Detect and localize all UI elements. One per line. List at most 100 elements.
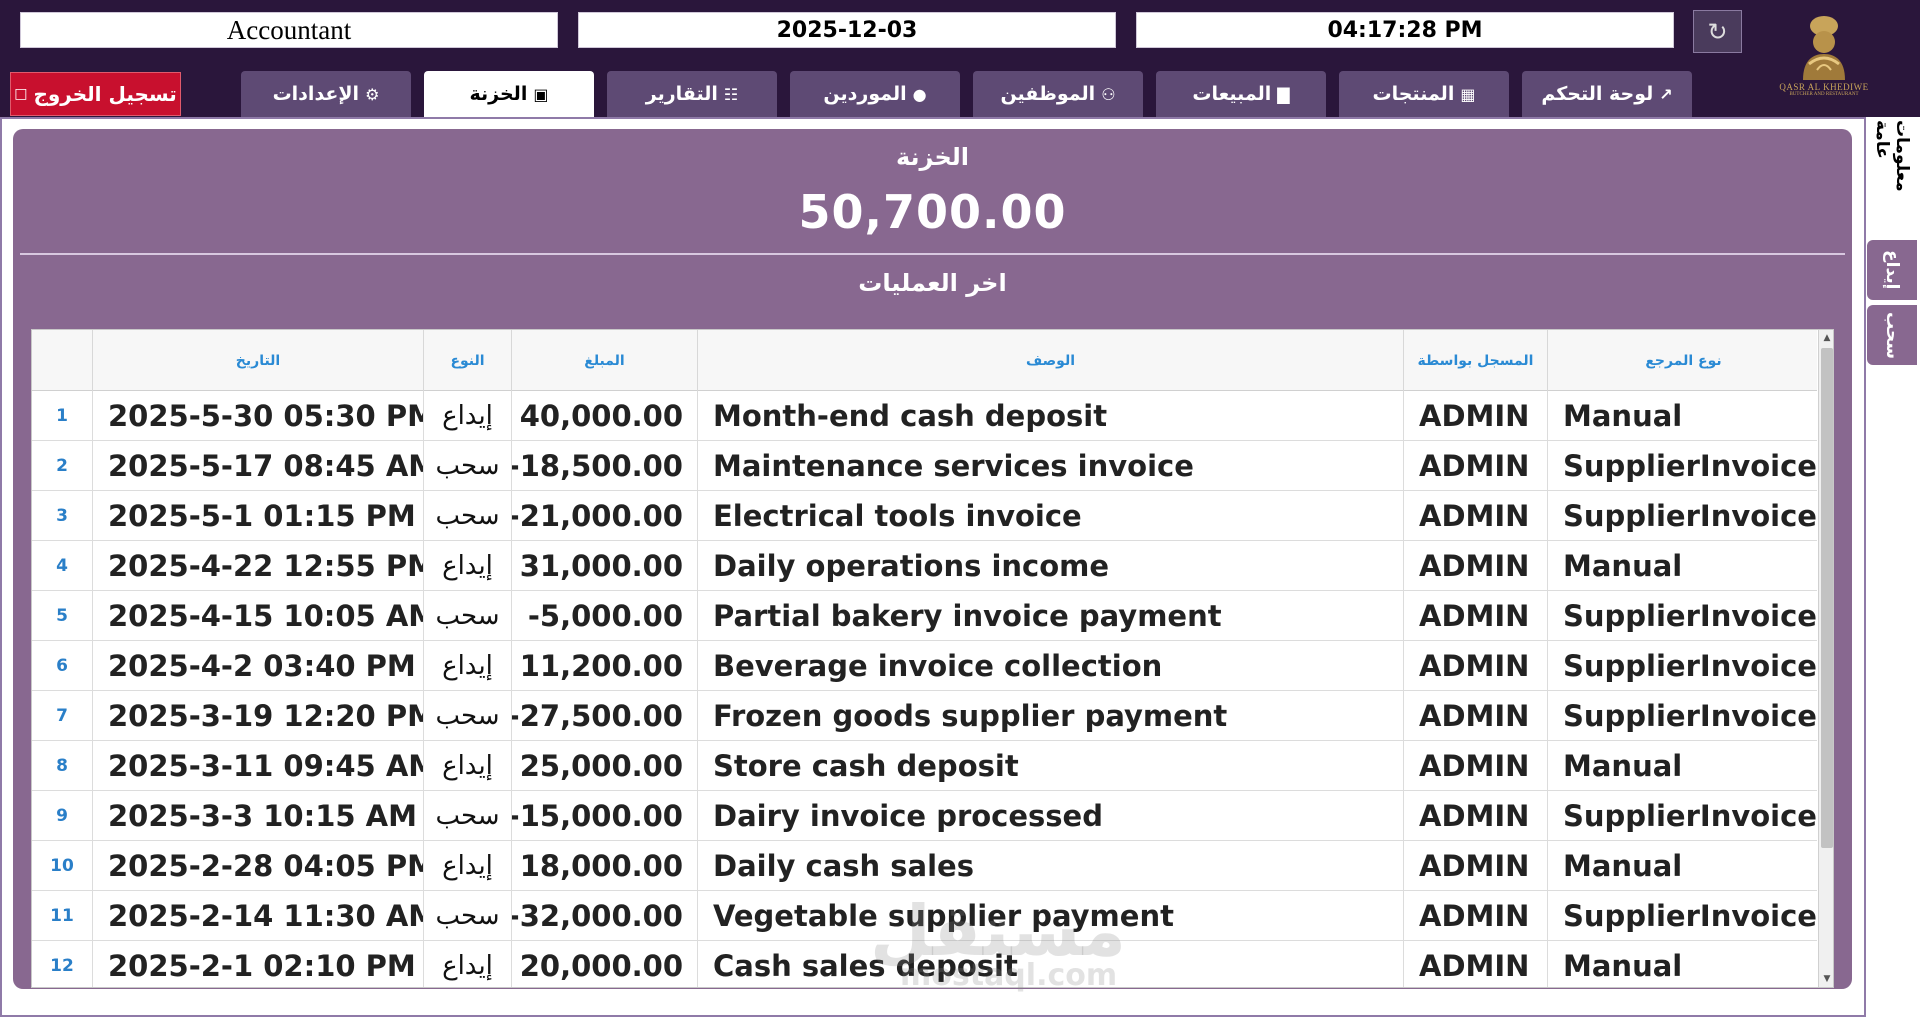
logo-subtext: BUTCHER AND RESTAURANT <box>1789 92 1859 97</box>
scroll-thumb[interactable] <box>1821 348 1833 848</box>
row-number: 12 <box>32 941 93 987</box>
tab-label: لوحة التحكم <box>1541 83 1654 105</box>
column-header-reference-type[interactable]: نوع المرجع <box>1548 330 1820 391</box>
table-row[interactable]: 1 2025-5-30 05:30 PM إيداع 40,000.00 Month-e… <box>32 391 1820 441</box>
cell-type: إيداع <box>424 741 512 791</box>
row-number: 8 <box>32 741 93 791</box>
cell-date: 2025-3-19 12:20 PM <box>93 691 424 741</box>
column-header-date[interactable]: التاريخ <box>93 330 424 391</box>
cell-recorded-by: ADMIN <box>1404 891 1548 941</box>
cell-date: 2025-2-14 11:30 AM <box>93 891 424 941</box>
column-header-recorded-by[interactable]: المسجل بواسطة <box>1404 330 1548 391</box>
tab-employees[interactable]: الموظفين ⚇ <box>973 71 1143 117</box>
side-tab-general-info[interactable]: معلومات عامة <box>1867 120 1917 220</box>
tab-dashboard[interactable]: لوحة التحكم ↗ <box>1522 71 1692 117</box>
vertical-scrollbar[interactable]: ▲ ▼ <box>1818 330 1833 987</box>
tab-treasury[interactable]: الخزنة ▣ <box>424 71 594 117</box>
logout-label: تسجيل الخروج <box>33 82 177 106</box>
cell-type: سحب <box>424 441 512 491</box>
tab-label: الموظفين <box>1000 83 1096 105</box>
cell-reference-type: Manual <box>1548 841 1820 891</box>
cell-description: Store cash deposit <box>698 741 1404 791</box>
cell-reference-type: SupplierInvoice <box>1548 591 1820 641</box>
side-tab-withdraw[interactable]: سحب <box>1867 305 1917 365</box>
treasury-balance: 50,700.00 <box>798 185 1067 239</box>
refresh-button[interactable]: ↻ <box>1693 10 1742 53</box>
table-row[interactable]: 3 2025-5-1 01:15 PM سحب -21,000.00 Electrica… <box>32 491 1820 541</box>
table-row[interactable]: 5 2025-4-15 10:05 AM سحب -5,000.00 Partial b… <box>32 591 1820 641</box>
cell-date: 2025-2-1 02:10 PM <box>93 941 424 987</box>
cell-description: Electrical tools invoice <box>698 491 1404 541</box>
table-row[interactable]: 4 2025-4-22 12:55 PM إيداع 31,000.00 Daily o… <box>32 541 1820 591</box>
tab-products[interactable]: المنتجات ▦ <box>1339 71 1509 117</box>
cell-amount: -18,500.00 <box>512 441 698 491</box>
cell-date: 2025-2-28 04:05 PM <box>93 841 424 891</box>
scroll-up-arrow-icon[interactable]: ▲ <box>1819 330 1833 346</box>
side-tab-label: معلومات عامة <box>1872 120 1912 192</box>
table-row[interactable]: 8 2025-3-11 09:45 AM إيداع 25,000.00 Store c… <box>32 741 1820 791</box>
tab-label: الخزنة <box>469 83 528 105</box>
cell-date: 2025-5-30 05:30 PM <box>93 391 424 441</box>
row-number: 10 <box>32 841 93 891</box>
recent-transactions-title: اخر العمليات <box>858 269 1007 297</box>
cell-type: سحب <box>424 591 512 641</box>
treasury-title: الخزنة <box>895 143 970 171</box>
cell-reference-type: Manual <box>1548 541 1820 591</box>
cell-type: سحب <box>424 691 512 741</box>
cell-type: إيداع <box>424 391 512 441</box>
cell-date: 2025-5-1 01:15 PM <box>93 491 424 541</box>
employees-icon: ⚇ <box>1101 84 1116 104</box>
scroll-down-arrow-icon[interactable]: ▼ <box>1819 971 1833 987</box>
cell-date: 2025-4-22 12:55 PM <box>93 541 424 591</box>
side-tab-label: سحب <box>1882 311 1902 359</box>
tab-suppliers[interactable]: الموردين ● <box>790 71 960 117</box>
tab-label: المبيعات <box>1192 83 1272 105</box>
user-role-display: Accountant <box>20 12 558 48</box>
table-row[interactable]: 6 2025-4-2 03:40 PM إيداع 11,200.00 Beverage… <box>32 641 1820 691</box>
table-row[interactable]: 7 2025-3-19 12:20 PM سحب -27,500.00 Frozen g… <box>32 691 1820 741</box>
side-tab-deposit[interactable]: إيداع <box>1867 240 1917 300</box>
table-row[interactable]: 2 2025-5-17 08:45 AM سحب -18,500.00 Maintena… <box>32 441 1820 491</box>
column-header-amount[interactable]: المبلغ <box>512 330 698 391</box>
products-icon: ▦ <box>1460 84 1476 104</box>
row-number: 11 <box>32 891 93 941</box>
tab-label: الموردين <box>823 83 907 105</box>
cell-amount: -32,000.00 <box>512 891 698 941</box>
row-number: 6 <box>32 641 93 691</box>
cell-reference-type: Manual <box>1548 741 1820 791</box>
cell-recorded-by: ADMIN <box>1404 741 1548 791</box>
row-number: 4 <box>32 541 93 591</box>
cell-amount: 20,000.00 <box>512 941 698 987</box>
cell-amount: 25,000.00 <box>512 741 698 791</box>
row-number: 5 <box>32 591 93 641</box>
row-number: 2 <box>32 441 93 491</box>
cell-amount: 18,000.00 <box>512 841 698 891</box>
tab-label: الإعدادات <box>272 83 360 105</box>
current-date-display: 2025-12-03 <box>578 12 1116 48</box>
tab-settings[interactable]: الإعدادات ⚙ <box>241 71 411 117</box>
cell-amount: 31,000.00 <box>512 541 698 591</box>
logout-button[interactable]: □ تسجيل الخروج <box>10 72 181 116</box>
cell-type: إيداع <box>424 541 512 591</box>
row-number: 7 <box>32 691 93 741</box>
cell-amount: 11,200.00 <box>512 641 698 691</box>
refresh-icon: ↻ <box>1707 17 1728 46</box>
cell-date: 2025-3-11 09:45 AM <box>93 741 424 791</box>
cell-date: 2025-5-17 08:45 AM <box>93 441 424 491</box>
cell-description: Daily cash sales <box>698 841 1404 891</box>
column-header-description[interactable]: الوصف <box>698 330 1404 391</box>
cell-date: 2025-3-3 10:15 AM <box>93 791 424 841</box>
tab-sales[interactable]: المبيعات ▇ <box>1156 71 1326 117</box>
cell-recorded-by: ADMIN <box>1404 391 1548 441</box>
cell-reference-type: SupplierInvoice <box>1548 491 1820 541</box>
table-row[interactable]: 10 2025-2-28 04:05 PM إيداع 18,000.00 Daily … <box>32 841 1820 891</box>
cell-reference-type: Manual <box>1548 941 1820 987</box>
cell-description: Frozen goods supplier payment <box>698 691 1404 741</box>
table-row[interactable]: 9 2025-3-3 10:15 AM سحب -15,000.00 Dairy inv… <box>32 791 1820 841</box>
dashboard-icon: ↗ <box>1659 84 1673 104</box>
tab-reports[interactable]: التقارير ☷ <box>607 71 777 117</box>
column-header-type[interactable]: النوع <box>424 330 512 391</box>
cell-type: إيداع <box>424 941 512 987</box>
panel-divider <box>20 253 1845 255</box>
cell-recorded-by: ADMIN <box>1404 591 1548 641</box>
